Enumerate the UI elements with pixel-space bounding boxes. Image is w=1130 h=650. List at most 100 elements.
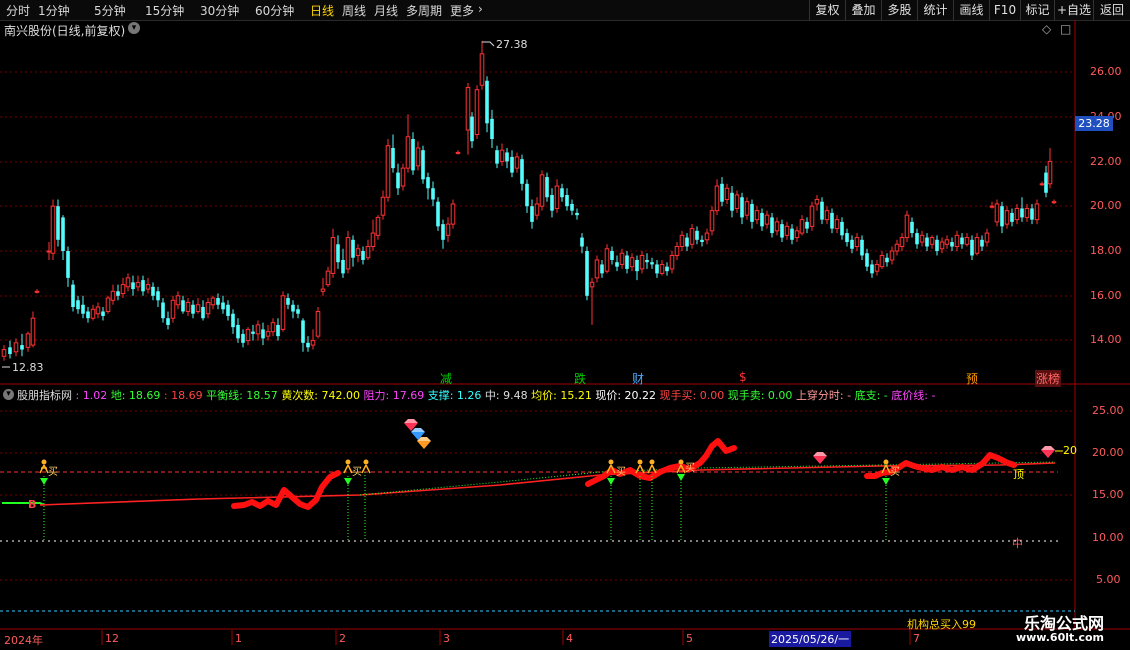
indicator-value: 阻力: 17.69 <box>363 389 428 402</box>
candle-body <box>695 230 699 240</box>
candle-body <box>151 286 155 296</box>
candle-body <box>474 89 480 136</box>
candle-body <box>854 237 860 248</box>
candle-body <box>125 277 131 288</box>
candle-body <box>935 239 939 251</box>
candle-body <box>205 302 211 315</box>
candle-body <box>525 183 529 207</box>
indicator-tick: 15.00 <box>1092 488 1124 501</box>
indicator-value: 现手买: 0.00 <box>659 389 728 402</box>
candle-body <box>860 239 864 256</box>
candle-body <box>265 331 271 337</box>
price-tick: 16.00 <box>1090 289 1122 302</box>
candle-body <box>534 203 540 216</box>
signal-lines <box>43 472 887 541</box>
candle-body <box>56 206 60 240</box>
candle-body <box>894 243 900 252</box>
candle-body <box>954 234 960 248</box>
indicator-grid <box>0 410 1075 581</box>
indicator-value: 地: 18.69 <box>110 389 164 402</box>
candle-body <box>145 284 151 290</box>
candle-body <box>86 311 90 319</box>
event-marker-die[interactable]: 跌 <box>574 370 586 387</box>
candle-body <box>994 203 1000 223</box>
candle-body <box>81 304 85 314</box>
candle-body <box>629 257 635 268</box>
candle-body <box>1014 207 1020 221</box>
candle-body <box>600 264 604 274</box>
candle-body <box>505 152 509 162</box>
indicator-value: 现手卖: 0.00 <box>727 389 796 402</box>
candle-body <box>221 302 225 310</box>
candle-body <box>175 295 181 306</box>
candle-body <box>1051 201 1057 204</box>
candle-body <box>665 266 669 272</box>
candle-body <box>925 237 929 247</box>
candle-body <box>455 151 461 154</box>
current-price-badge: 23.28 <box>1075 116 1113 131</box>
candle-body <box>1010 212 1014 222</box>
candle-body <box>510 156 514 173</box>
candle-body <box>774 221 780 232</box>
candle-body <box>874 263 880 272</box>
candle-body <box>520 159 524 184</box>
buy-mark-label: 买 <box>890 467 900 478</box>
candle-body <box>610 251 614 260</box>
candle-body <box>485 80 489 124</box>
event-marker-zhangbang[interactable]: 涨榜 <box>1035 370 1062 387</box>
candle-body <box>1039 183 1045 186</box>
candle-body <box>840 221 844 236</box>
candle-body <box>585 251 589 296</box>
indicator-name[interactable]: 股朋指标网 <box>17 389 72 402</box>
candle-body <box>226 304 230 316</box>
time-label: 2024年 <box>4 634 43 647</box>
event-marker-cai[interactable]: 财 <box>632 370 644 387</box>
price-tick: 26.00 <box>1090 65 1122 78</box>
candle-body <box>1024 207 1030 218</box>
candle-body <box>780 224 784 238</box>
candle-body <box>539 174 545 207</box>
candle-body <box>1020 208 1024 218</box>
event-marker-yu[interactable]: 预 <box>966 370 978 387</box>
indicator-value: 中: 9.48 <box>484 389 532 402</box>
candle-body <box>255 324 261 335</box>
candle-body <box>919 234 925 243</box>
candle-body <box>635 259 639 272</box>
candle-body <box>915 233 919 245</box>
time-label: 3 <box>443 632 450 645</box>
indicator-value: 底支: - <box>854 389 892 402</box>
candle-body <box>320 288 326 292</box>
candle-body <box>1034 203 1040 221</box>
candle-body <box>889 250 895 261</box>
indicator-value: 现价: 20.22 <box>595 389 660 402</box>
kline-chart[interactable] <box>0 0 1130 650</box>
balance-line <box>39 462 1056 506</box>
event-marker-dollar[interactable]: $ <box>739 370 747 384</box>
candle-body <box>865 253 869 267</box>
candle-body <box>575 212 579 216</box>
candle-body <box>809 205 815 227</box>
candle-body <box>71 284 75 307</box>
candle-body <box>330 237 336 274</box>
candle-body <box>141 280 145 292</box>
candle-body <box>545 177 549 198</box>
time-label: 12 <box>105 632 119 645</box>
candle-body <box>66 251 70 278</box>
candle-body <box>720 183 724 202</box>
price-tick: 14.00 <box>1090 333 1122 346</box>
candle-body <box>276 324 280 337</box>
candle-body <box>431 188 435 200</box>
candle-body <box>280 295 286 330</box>
candle-body <box>970 239 974 256</box>
candle-body <box>820 201 824 220</box>
time-label: 7 <box>913 632 920 645</box>
candle-body <box>479 53 485 86</box>
candle-body <box>870 264 874 274</box>
indicator-tick: 25.00 <box>1092 404 1124 417</box>
time-label: 1 <box>235 632 242 645</box>
indicator-menu-icon[interactable]: ▾ <box>3 389 14 400</box>
candle-body <box>370 232 376 248</box>
indicator-tick: 10.00 <box>1092 531 1124 544</box>
event-marker-jian[interactable]: 减 <box>440 370 452 387</box>
candle-body <box>231 313 235 328</box>
